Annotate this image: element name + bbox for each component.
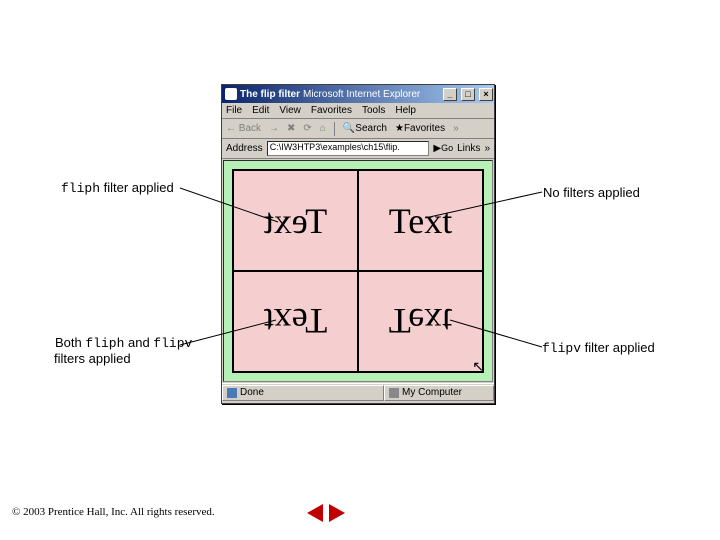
minimize-button[interactable]: _ <box>443 88 457 101</box>
done-icon <box>227 388 237 398</box>
menu-favorites[interactable]: Favorites <box>311 105 352 116</box>
callout-flipv: flipv filter applied <box>542 340 655 356</box>
ie-icon <box>225 88 237 100</box>
address-input[interactable]: C:\IW3HTP3\examples\ch15\flip. <box>267 141 430 156</box>
slide: The flip filter Microsoft Internet Explo… <box>0 0 720 540</box>
menu-edit[interactable]: Edit <box>252 105 269 116</box>
favorites-button[interactable]: ★Favorites <box>395 123 445 134</box>
statusbar: Done My Computer <box>222 383 494 401</box>
computer-icon <box>389 388 399 398</box>
addressbar: Address C:\IW3HTP3\examples\ch15\flip. ▶… <box>222 139 494 159</box>
menu-tools[interactable]: Tools <box>362 105 385 116</box>
maximize-button[interactable]: □ <box>461 88 475 101</box>
toolbar: ← Back → ✖ ⟳ ⌂ 🔍Search ★Favorites » <box>222 119 494 139</box>
prev-slide-button[interactable] <box>307 504 323 522</box>
cell-flipv: Text <box>358 271 483 372</box>
nav-arrows <box>307 504 345 522</box>
cell-fliph: Text <box>233 170 358 271</box>
status-text-right: My Computer <box>402 387 462 398</box>
back-button[interactable]: ← Back <box>226 123 261 134</box>
next-slide-button[interactable] <box>329 504 345 522</box>
address-more[interactable]: » <box>484 143 490 154</box>
menu-view[interactable]: View <box>279 105 301 116</box>
flip-table: Text Text Text Text <box>232 169 484 373</box>
stop-button[interactable]: ✖ <box>287 123 295 134</box>
copyright: © 2003 Prentice Hall, Inc. All rights re… <box>12 506 215 518</box>
status-text-left: Done <box>240 387 264 398</box>
page-content: Text Text Text Text ↖ <box>223 160 493 382</box>
links-button[interactable]: Links <box>457 143 480 154</box>
browser-window: The flip filter Microsoft Internet Explo… <box>221 84 495 404</box>
refresh-button[interactable]: ⟳ <box>303 123 311 134</box>
menu-help[interactable]: Help <box>395 105 416 116</box>
cell-normal: Text <box>358 170 483 271</box>
search-button[interactable]: 🔍Search <box>343 123 387 134</box>
close-button[interactable]: × <box>479 88 493 101</box>
menubar: File Edit View Favorites Tools Help <box>222 103 494 119</box>
status-right: My Computer <box>384 385 494 401</box>
go-button[interactable]: ▶Go <box>433 143 453 154</box>
address-label: Address <box>226 143 263 154</box>
cell-fliphv: Text <box>233 271 358 372</box>
forward-button: → <box>269 123 279 134</box>
status-left: Done <box>222 385 384 401</box>
window-title-page: The flip filter <box>240 89 300 100</box>
callout-nofilter: No filters applied <box>543 185 640 200</box>
callout-both: Both fliph and flipv filters applied <box>55 335 215 366</box>
menu-file[interactable]: File <box>226 105 242 116</box>
toolbar-more[interactable]: » <box>453 123 459 134</box>
cursor-icon: ↖ <box>472 358 484 375</box>
callout-fliph: fliph filter applied <box>61 180 174 196</box>
home-button[interactable]: ⌂ <box>320 123 326 134</box>
titlebar: The flip filter Microsoft Internet Explo… <box>222 85 494 103</box>
window-title-app: Microsoft Internet Explorer <box>303 89 420 100</box>
